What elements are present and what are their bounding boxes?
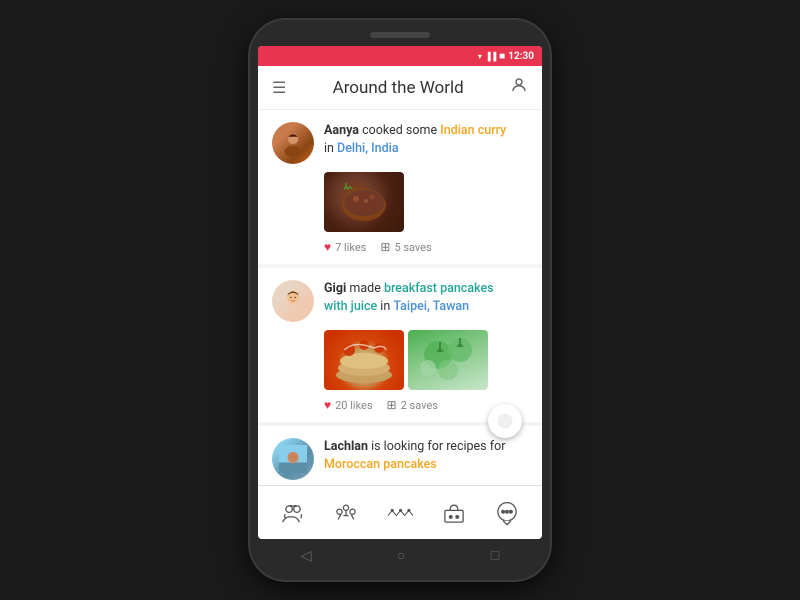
battery-status: ■ [499, 51, 505, 62]
nav-messages[interactable] [485, 491, 529, 535]
phone-speaker [370, 32, 430, 38]
aanya-dish: Indian curry [440, 123, 506, 138]
gigi-dish: breakfast pancakes [384, 281, 494, 296]
time-display: 12:30 [508, 51, 534, 62]
gigi-action: made [349, 281, 384, 296]
gigi-heart-icon: ♥ [324, 398, 331, 412]
gigi-user-row: Gigi made breakfast pancakes with juice … [272, 280, 528, 322]
nav-shop[interactable] [432, 491, 476, 535]
lachlan-user-row: Lachlan is looking for recipes for Moroc… [272, 438, 528, 480]
wifi-icon: ▾ [478, 52, 482, 61]
gigi-saves[interactable]: ⊞ 2 saves [387, 398, 438, 412]
aanya-saves-count: 5 saves [394, 241, 431, 254]
nav-friends[interactable] [271, 491, 315, 535]
gigi-location: Taipei, Tawan [393, 299, 469, 314]
signal-icon: ▐▐ [485, 52, 496, 61]
status-icons: ▾ ▐▐ ■ 12:30 [478, 51, 534, 62]
gigi-username: Gigi [324, 281, 346, 296]
top-bar: ☰ Around the World [258, 66, 542, 110]
fab-button[interactable] [488, 404, 522, 438]
aanya-post-text: Aanya cooked some Indian curry in Delhi,… [324, 122, 528, 157]
aanya-likes-count: 7 likes [335, 241, 366, 254]
gigi-post-text: Gigi made breakfast pancakes with juice … [324, 280, 528, 315]
phone-device: ▾ ▐▐ ■ 12:30 ☰ Around the World [250, 20, 550, 580]
bookmark-icon: ⊞ [380, 240, 390, 254]
gigi-bookmark-icon: ⊞ [387, 398, 397, 412]
aanya-location: Delhi, India [337, 141, 399, 156]
page-title: Around the World [333, 78, 464, 98]
gigi-location-prefix: in [380, 299, 393, 314]
aanya-stats-row: ♥ 7 likes ⊞ 5 saves [324, 240, 528, 254]
aanya-food-image[interactable] [324, 172, 404, 232]
aanya-saves[interactable]: ⊞ 5 saves [380, 240, 431, 254]
lachlan-post-text: Lachlan is looking for recipes for Moroc… [324, 438, 528, 473]
aanya-avatar[interactable] [272, 122, 314, 164]
recent-button[interactable]: □ [491, 547, 499, 564]
nav-events[interactable] [378, 491, 422, 535]
bottom-nav [258, 485, 542, 539]
home-button[interactable]: ○ [397, 547, 405, 564]
status-bar: ▾ ▐▐ ■ 12:30 [258, 46, 542, 66]
profile-icon[interactable] [510, 76, 528, 99]
aanya-likes[interactable]: ♥ 7 likes [324, 240, 366, 254]
gigi-feed-item: Gigi made breakfast pancakes with juice … [258, 268, 542, 422]
phone-nav-bar: ◁ ○ □ [258, 539, 542, 568]
lachlan-dish: Moroccan pancakes [324, 457, 437, 472]
back-button[interactable]: ◁ [301, 548, 312, 564]
gigi-likes[interactable]: ♥ 20 likes [324, 398, 373, 412]
menu-icon[interactable]: ☰ [272, 78, 286, 97]
gigi-saves-count: 2 saves [401, 399, 438, 412]
nav-community[interactable] [324, 491, 368, 535]
lachlan-username: Lachlan [324, 439, 368, 454]
aanya-action: cooked some [362, 123, 440, 138]
lachlan-feed-item: Lachlan is looking for recipes for Moroc… [258, 426, 542, 485]
aanya-location-prefix: in [324, 141, 337, 156]
aanya-user-row: Aanya cooked some Indian curry in Delhi,… [272, 122, 528, 164]
gigi-avatar[interactable] [272, 280, 314, 322]
lachlan-avatar[interactable] [272, 438, 314, 480]
heart-icon: ♥ [324, 240, 331, 254]
gigi-likes-count: 20 likes [335, 399, 372, 412]
phone-screen: ▾ ▐▐ ■ 12:30 ☰ Around the World [258, 46, 542, 539]
gigi-pancakes-image[interactable] [324, 330, 404, 390]
gigi-food-images [324, 330, 528, 390]
feed: Aanya cooked some Indian curry in Delhi,… [258, 110, 542, 485]
aanya-username: Aanya [324, 123, 359, 138]
gigi-dish-detail: with juice [324, 299, 377, 314]
aanya-feed-item: Aanya cooked some Indian curry in Delhi,… [258, 110, 542, 264]
gigi-juice-image[interactable] [408, 330, 488, 390]
lachlan-action: is looking for recipes for [371, 439, 505, 454]
